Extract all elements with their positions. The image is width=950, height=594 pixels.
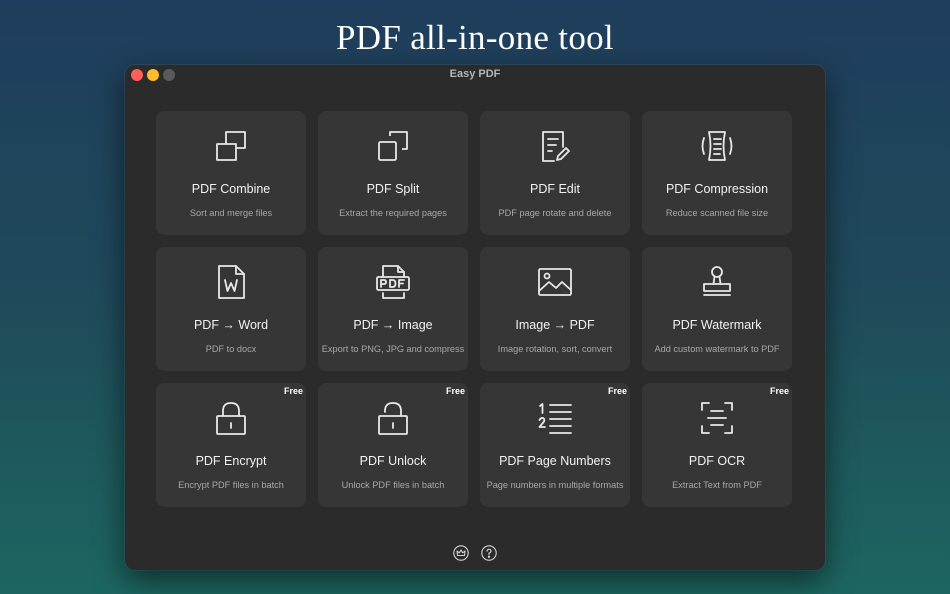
tool-title: PDF Page Numbers xyxy=(499,454,611,468)
tool-title: PDF Combine xyxy=(191,182,271,196)
tool-title: PDF Edit xyxy=(529,182,580,196)
tool-title: PDF → Image xyxy=(353,318,433,332)
tool-card-ocr[interactable]: Free PDF OCR Extract Text from PDF xyxy=(642,383,792,507)
edit-icon xyxy=(536,127,574,165)
free-badge: Free xyxy=(769,386,789,396)
stamp-icon xyxy=(698,263,736,301)
tool-subtitle: Page numbers in multiple formats xyxy=(486,480,624,490)
tools-grid: PDF Combine Sort and merge files PDF Spl… xyxy=(156,111,792,507)
compression-icon xyxy=(698,127,736,165)
help-icon xyxy=(481,545,497,561)
tool-card-watermark[interactable]: PDF Watermark Add custom watermark to PD… xyxy=(642,247,792,371)
free-badge: Free xyxy=(445,386,465,396)
headline: PDF all-in-one tool xyxy=(336,18,614,57)
tool-card-page-numbers[interactable]: Free PDF Page Numbers Page numbers in mu… xyxy=(480,383,630,507)
app-window: Easy PDF PDF Combine Sort and merge file… xyxy=(125,65,825,570)
tool-card-compression[interactable]: PDF Compression Reduce scanned file size xyxy=(642,111,792,235)
tool-title: PDF Unlock xyxy=(359,454,427,468)
tool-card-edit[interactable]: PDF Edit PDF page rotate and delete xyxy=(480,111,630,235)
split-icon xyxy=(374,127,412,165)
tool-card-combine[interactable]: PDF Combine Sort and merge files xyxy=(156,111,306,235)
crown-button[interactable] xyxy=(453,545,469,561)
tool-title: PDF Encrypt xyxy=(195,454,267,468)
tool-subtitle: PDF page rotate and delete xyxy=(498,208,612,218)
tool-subtitle: Sort and merge files xyxy=(189,208,273,218)
lock-icon xyxy=(212,399,250,437)
tool-title: PDF Compression xyxy=(665,182,769,196)
tool-subtitle: Unlock PDF files in batch xyxy=(341,480,445,490)
combine-icon xyxy=(212,127,250,165)
tool-subtitle: Reduce scanned file size xyxy=(665,208,769,218)
tool-title: Image → PDF xyxy=(515,318,595,332)
numbered-list-icon xyxy=(536,399,574,437)
tool-card-pdf-to-word[interactable]: PDF → Word PDF to docx xyxy=(156,247,306,371)
tool-subtitle: Export to PNG, JPG and compress xyxy=(321,344,465,354)
free-badge: Free xyxy=(283,386,303,396)
tool-card-unlock[interactable]: Free PDF Unlock Unlock PDF files in batc… xyxy=(318,383,468,507)
help-button[interactable] xyxy=(481,545,497,561)
tool-subtitle: PDF to docx xyxy=(205,344,257,354)
free-badge: Free xyxy=(607,386,627,396)
ocr-scan-icon xyxy=(698,399,736,437)
tool-title: PDF OCR xyxy=(688,454,746,468)
image-icon xyxy=(536,263,574,301)
title-bar: Easy PDF xyxy=(125,65,825,85)
tool-card-encrypt[interactable]: Free PDF Encrypt Encrypt PDF files in ba… xyxy=(156,383,306,507)
window-title: Easy PDF xyxy=(449,68,501,80)
crown-icon xyxy=(453,545,469,561)
tool-card-image-to-pdf[interactable]: Image → PDF Image rotation, sort, conver… xyxy=(480,247,630,371)
pdf-image-icon xyxy=(374,263,412,301)
tool-card-split[interactable]: PDF Split Extract the required pages xyxy=(318,111,468,235)
tool-title: PDF → Word xyxy=(193,318,269,332)
tool-subtitle: Extract Text from PDF xyxy=(672,480,762,490)
tool-title: PDF Split xyxy=(366,182,420,196)
tool-subtitle: Extract the required pages xyxy=(339,208,447,218)
tool-card-pdf-to-image[interactable]: PDF → Image Export to PNG, JPG and compr… xyxy=(318,247,468,371)
tool-subtitle: Image rotation, sort, convert xyxy=(497,344,613,354)
unlock-icon xyxy=(374,399,412,437)
tool-subtitle: Encrypt PDF files in batch xyxy=(178,480,284,490)
tool-subtitle: Add custom watermark to PDF xyxy=(654,344,780,354)
tool-title: PDF Watermark xyxy=(672,318,762,332)
word-file-icon xyxy=(212,263,250,301)
